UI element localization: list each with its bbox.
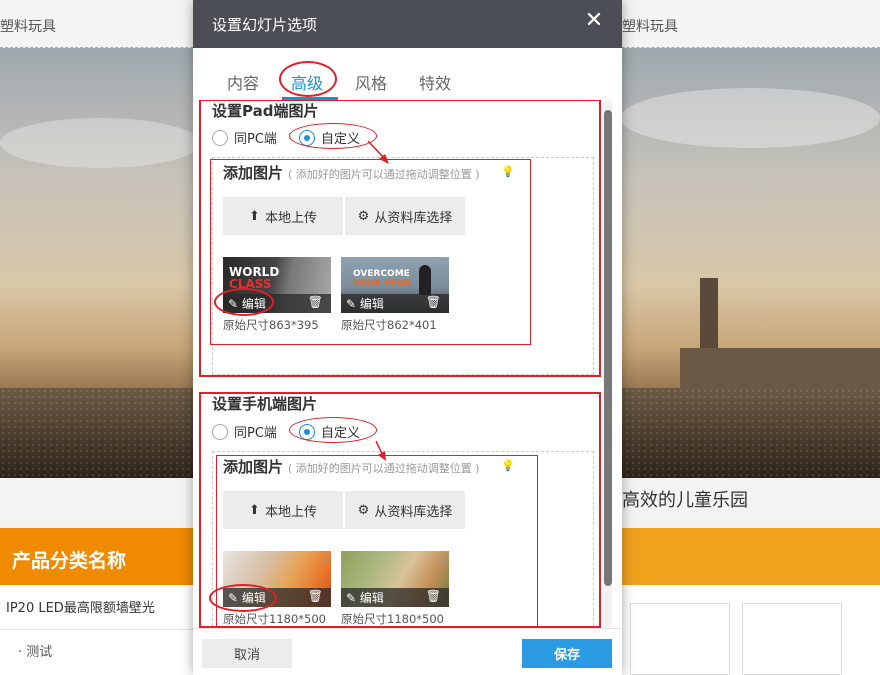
background-slogan: 高效的儿童乐园 <box>622 490 748 511</box>
trash-icon[interactable]: 🗑 <box>308 295 323 309</box>
dialog-body: 设置Pad端图片 同PC端 自定义 添加图片 ( 添加好的图片可以通过拖动调整位… <box>193 100 622 628</box>
image-size-label: 原始尺寸1180*500 <box>341 612 444 626</box>
background-list-item: IP20 LED最高限额墙壁光 <box>6 601 155 616</box>
pad-library-select-button[interactable]: ⚙ 从资料库选择 <box>345 197 465 235</box>
save-button[interactable]: 保存 <box>522 639 612 668</box>
edit-button[interactable]: ✎ 编辑 <box>346 589 384 606</box>
tab-content[interactable]: 内容 <box>227 70 259 94</box>
background-category-title: 产品分类名称 <box>12 550 127 572</box>
background-nav-text: 塑料玩具 <box>0 19 56 35</box>
pad-local-upload-button[interactable]: ⬆ 本地上传 <box>223 197 343 235</box>
tab-effects[interactable]: 特效 <box>419 70 451 94</box>
tab-advanced[interactable]: 高级 <box>291 70 323 94</box>
thumbnail-toolbar: ✎ 编辑 🗑 <box>223 588 331 607</box>
close-icon[interactable]: ✕ <box>583 10 605 33</box>
edit-button[interactable]: ✎ 编辑 <box>228 295 266 312</box>
pad-image-thumbnail[interactable]: OVERCOME YOUR FEAR 2 ✎ 编辑 🗑 <box>341 257 449 313</box>
dialog-scrollbar-thumb[interactable] <box>604 110 612 586</box>
trash-icon[interactable]: 🗑 <box>426 295 441 309</box>
lightbulb-icon: 💡 <box>501 459 515 472</box>
pencil-icon: ✎ <box>346 297 357 311</box>
upload-icon: ⬆ <box>249 208 260 224</box>
tab-style[interactable]: 风格 <box>355 70 387 94</box>
radio-checked-icon <box>299 423 315 440</box>
mobile-section-title: 设置手机端图片 <box>212 395 318 413</box>
background-list-item: · 测试 <box>18 645 53 660</box>
background-category-header: 产品分类名称 <box>0 528 195 585</box>
edit-button[interactable]: ✎ 编辑 <box>346 295 384 312</box>
mobile-add-image-hint: ( 添加好的图片可以通过拖动调整位置 ) <box>288 462 480 475</box>
image-index: 1 <box>322 257 329 270</box>
lightbulb-icon: 💡 <box>501 165 515 178</box>
mobile-image-thumbnail[interactable]: 1 ✎ 编辑 🗑 <box>223 551 331 607</box>
background-category-list: IP20 LED最高限额墙壁光 · 测试 <box>0 585 195 675</box>
mobile-radio-custom[interactable]: 自定义 <box>299 422 360 441</box>
trash-icon[interactable]: 🗑 <box>426 589 441 603</box>
cancel-button[interactable]: 取消 <box>202 639 292 668</box>
pencil-icon: ✎ <box>228 297 239 311</box>
upload-icon: ⬆ <box>249 502 260 518</box>
dialog-footer: 取消 保存 <box>193 628 622 675</box>
edit-button[interactable]: ✎ 编辑 <box>228 589 266 606</box>
pad-add-image-hint: ( 添加好的图片可以通过拖动调整位置 ) <box>288 168 480 181</box>
image-index: 1 <box>322 551 329 564</box>
dialog-header: 设置幻灯片选项 ✕ <box>193 0 622 48</box>
thumbnail-toolbar: ✎ 编辑 🗑 <box>341 294 449 313</box>
gear-icon: ⚙ <box>357 502 370 518</box>
dialog-title: 设置幻灯片选项 <box>212 16 318 34</box>
thumbnail-toolbar: ✎ 编辑 🗑 <box>223 294 331 313</box>
thumbnail-toolbar: ✎ 编辑 🗑 <box>341 588 449 607</box>
pad-add-image-title: 添加图片 <box>223 164 284 182</box>
trash-icon[interactable]: 🗑 <box>308 589 323 603</box>
image-size-label: 原始尺寸1180*500 <box>223 612 326 626</box>
background-product-area <box>622 585 880 675</box>
image-index: 2 <box>440 257 447 270</box>
pad-radio-custom[interactable]: 自定义 <box>299 128 360 147</box>
image-index: 2 <box>440 551 447 564</box>
mobile-library-select-button[interactable]: ⚙ 从资料库选择 <box>345 491 465 529</box>
pad-section-title: 设置Pad端图片 <box>212 102 319 120</box>
radio-circle-icon <box>212 129 228 146</box>
pad-radio-same-as-pc[interactable]: 同PC端 <box>212 128 277 147</box>
background-orange-strip <box>620 528 880 585</box>
mobile-add-image-title: 添加图片 <box>223 458 284 476</box>
dialog-tabs: 内容 高级 风格 特效 <box>193 48 622 100</box>
pencil-icon: ✎ <box>228 591 239 605</box>
pencil-icon: ✎ <box>346 591 357 605</box>
slideshow-options-dialog: 设置幻灯片选项 ✕ 内容 高级 风格 特效 设置Pad端图片 同PC端 自定义 … <box>193 0 622 675</box>
background-nav-text: 塑料玩具 <box>622 19 678 35</box>
image-size-label: 原始尺寸862*401 <box>341 318 437 332</box>
radio-checked-icon <box>299 129 315 146</box>
mobile-radio-same-as-pc[interactable]: 同PC端 <box>212 422 277 441</box>
mobile-local-upload-button[interactable]: ⬆ 本地上传 <box>223 491 343 529</box>
gear-icon: ⚙ <box>357 208 370 224</box>
mobile-image-thumbnail[interactable]: 2 ✎ 编辑 🗑 <box>341 551 449 607</box>
pad-image-thumbnail[interactable]: WORLD CLASS 1 ✎ 编辑 🗑 <box>223 257 331 313</box>
image-size-label: 原始尺寸863*395 <box>223 318 319 332</box>
radio-circle-icon <box>212 423 228 440</box>
